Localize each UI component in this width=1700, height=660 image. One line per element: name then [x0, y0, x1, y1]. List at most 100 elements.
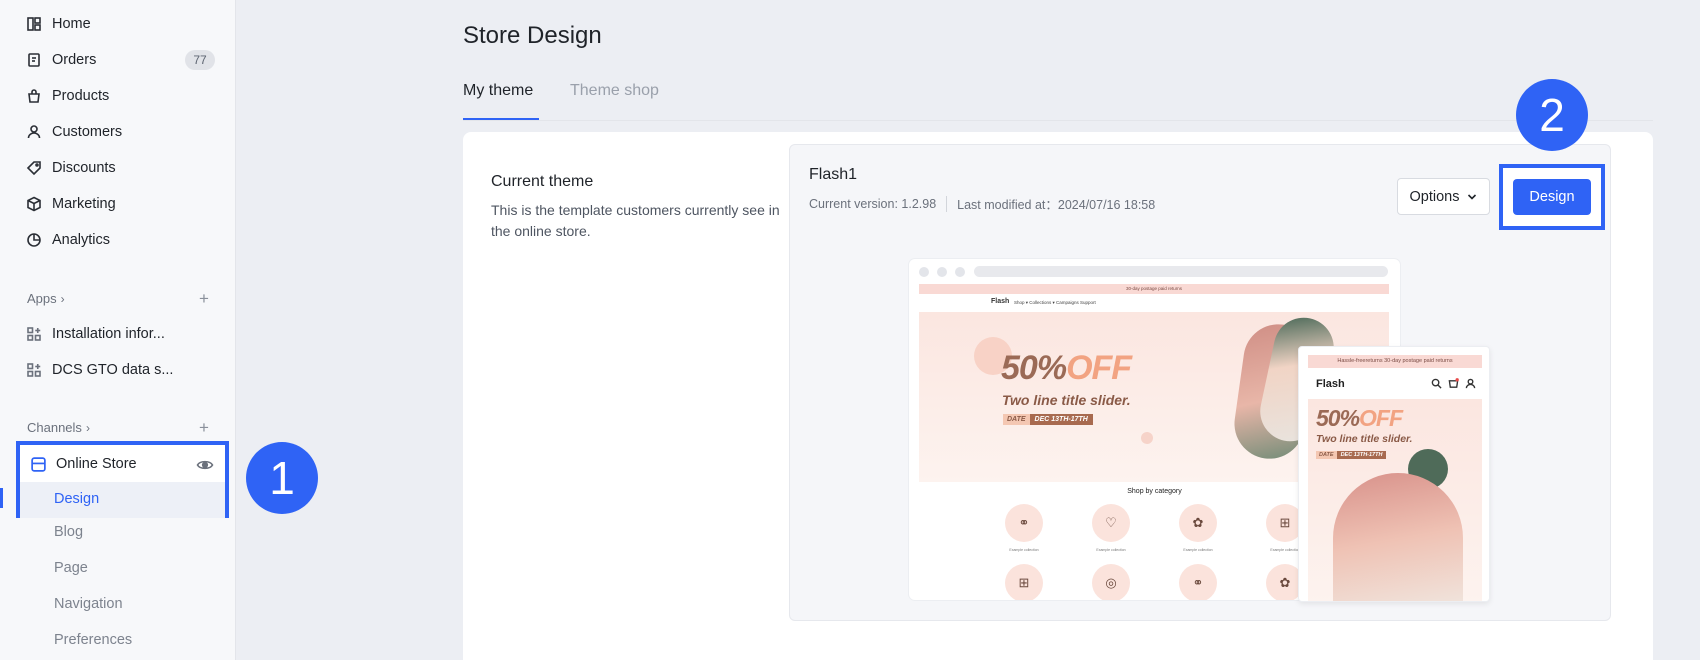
hero-subtitle: Two line title slider. [1002, 392, 1131, 408]
hero-discount: 50%OFF [1001, 349, 1132, 388]
mobile-promo-bar: Hassle-freereturns 30-day postage paid r… [1308, 355, 1482, 368]
preview-promo-bar: 30-day postage paid returns [919, 284, 1389, 294]
sidebar-item-customers[interactable]: Customers [26, 119, 122, 145]
sidebar-item-analytics[interactable]: Analytics [26, 227, 110, 253]
category-label: Example collection [1183, 548, 1213, 552]
category-icon: ⊞ [1005, 564, 1043, 600]
sidebar-item-online-store[interactable]: Online Store [30, 449, 137, 479]
sidebar-subitem-blog[interactable]: Blog [54, 524, 83, 540]
apps-section-title: Apps [27, 291, 57, 306]
bag-icon [26, 88, 42, 104]
hero-percent: 50% [1001, 349, 1067, 387]
preview-menu: Shop ▾ Collections ▾ Campaigns Support [1014, 300, 1096, 305]
sidebar-app-dcs-gto[interactable]: DCS GTO data s... [26, 357, 173, 383]
add-app-button[interactable]: + [199, 290, 209, 307]
sidebar-subitem-design[interactable]: Design [20, 482, 225, 518]
browser-dot [919, 267, 929, 277]
hero-off: OFF [1359, 405, 1403, 431]
chevron-right-icon: › [85, 420, 90, 435]
sidebar-item-label: Marketing [52, 196, 116, 212]
category-icon: ⚭ [1005, 504, 1043, 542]
sidebar-subitem-navigation[interactable]: Navigation [54, 596, 123, 612]
options-label: Options [1409, 188, 1460, 205]
user-icon [1465, 378, 1476, 389]
design-label: Design [1529, 189, 1575, 205]
page-title: Store Design [463, 22, 602, 49]
app-grid-icon [26, 326, 42, 342]
app-grid-icon [26, 362, 42, 378]
sidebar-item-label: Discounts [52, 160, 116, 176]
meta-divider [946, 195, 948, 212]
sidebar-item-marketing[interactable]: Marketing [26, 191, 116, 217]
browser-dot [937, 267, 947, 277]
date-label: DATE [1003, 414, 1030, 425]
chevron-right-icon: › [60, 291, 65, 306]
theme-name: Flash1 [809, 166, 858, 183]
mobile-logo: Flash [1316, 378, 1345, 390]
category-label: Example collection [1096, 548, 1126, 552]
preview-header: Flash Shop ▾ Collections ▾ Campaigns Sup… [919, 296, 1389, 310]
sidebar-item-label: DCS GTO data s... [52, 362, 174, 378]
search-icon [1431, 378, 1442, 389]
tab-theme-shop[interactable]: Theme shop [570, 82, 659, 100]
options-button[interactable]: Options [1397, 178, 1490, 215]
current-theme-description: This is the template customers currently… [491, 202, 780, 239]
theme-last-modified: Last modified at：2024/07/16 18:58 [957, 198, 1156, 212]
eye-icon[interactable] [196, 456, 214, 474]
user-icon [26, 124, 42, 140]
hero-date: DATE DEC 13TH-17TH [1003, 414, 1093, 425]
browser-url-bar [974, 266, 1388, 277]
date-label: DATE [1316, 451, 1337, 459]
sidebar-item-label: Orders [52, 52, 97, 68]
mobile-hero-subtitle: Two line title slider. [1316, 433, 1413, 445]
step-callout-1: 1 [246, 442, 318, 514]
hero-percent: 50% [1316, 405, 1360, 431]
sidebar: Home Orders 77 Products Customers Discou… [0, 0, 236, 660]
date-value: DEC 13TH-17TH [1029, 414, 1093, 425]
sidebar-item-products[interactable]: Products [26, 83, 109, 109]
design-button[interactable]: Design [1513, 179, 1591, 215]
sidebar-item-label: Installation infor... [52, 326, 165, 342]
mobile-hero-discount: 50%OFF [1316, 405, 1403, 432]
channels-section-header[interactable]: Channels › [27, 420, 90, 435]
tag-icon [26, 160, 42, 176]
orders-count-badge: 77 [185, 50, 215, 70]
cube-icon [26, 196, 42, 212]
online-store-highlight: Online Store Design [16, 441, 229, 518]
mobile-hero-date: DATE DEC 13TH-17TH [1316, 451, 1387, 459]
preview-logo: Flash [991, 298, 1010, 305]
chevron-down-icon [1468, 193, 1477, 200]
browser-dot [955, 267, 965, 277]
store-icon [31, 456, 46, 472]
home-icon [26, 16, 42, 32]
cart-icon [1448, 378, 1459, 388]
decor-circle [1141, 432, 1153, 444]
category-icon: ♡ [1092, 504, 1130, 542]
category-icon: ✿ [1179, 504, 1217, 542]
theme-meta: Current version: 1.2.98 Last modified at… [809, 194, 1155, 213]
date-value: DEC 13TH-17TH [1336, 451, 1387, 459]
active-item-marker [0, 488, 3, 508]
channels-section-title: Channels [27, 420, 82, 435]
sidebar-item-label: Design [54, 491, 100, 507]
tab-my-theme[interactable]: My theme [463, 82, 533, 100]
sidebar-item-home[interactable]: Home [26, 11, 91, 37]
browser-dots [919, 267, 965, 277]
sidebar-subitem-preferences[interactable]: Preferences [54, 632, 132, 648]
orders-icon [26, 52, 42, 68]
sidebar-app-installation-info[interactable]: Installation infor... [26, 321, 165, 347]
category-icon: ◎ [1092, 564, 1130, 600]
sidebar-item-label: Online Store [56, 456, 137, 472]
hero-off: OFF [1066, 349, 1132, 387]
add-channel-button[interactable]: + [199, 419, 209, 436]
sidebar-item-label: Home [52, 16, 91, 32]
step-callout-2: 2 [1516, 79, 1588, 151]
sidebar-subitem-page[interactable]: Page [54, 560, 88, 576]
mobile-header-icons [1431, 378, 1476, 389]
apps-section-header[interactable]: Apps › [27, 291, 65, 306]
sidebar-item-orders[interactable]: Orders [26, 47, 96, 73]
theme-version: Current version: 1.2.98 [809, 196, 937, 211]
sidebar-item-discounts[interactable]: Discounts [26, 155, 116, 181]
sidebar-item-label: Analytics [52, 232, 111, 248]
current-theme-heading: Current theme [491, 173, 594, 190]
